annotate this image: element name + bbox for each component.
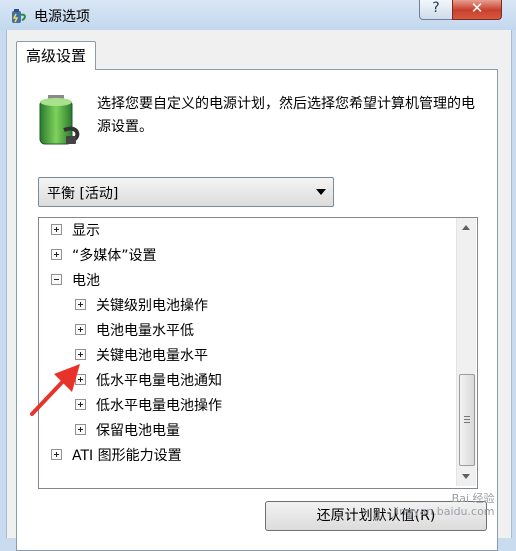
expand-plus-icon[interactable] [51, 248, 62, 260]
window-title: 电源选项 [34, 9, 90, 25]
tree-item-label: 关键电池电量水平 [96, 348, 208, 364]
chevron-down-icon[interactable] [316, 189, 326, 195]
expand-plus-icon[interactable] [75, 423, 86, 435]
expand-plus-icon[interactable] [75, 298, 86, 310]
tree-item-critical-battery-action[interactable]: 关键级别电池操作 [75, 294, 208, 319]
scroll-down-arrow-icon[interactable] [462, 474, 470, 479]
tree-item-reserve-battery-level[interactable]: 保留电池电量 [75, 419, 180, 444]
tree-item-ati-graphics[interactable]: ATI 图形能力设置 [51, 444, 182, 469]
scroll-up-arrow-icon[interactable] [462, 225, 470, 230]
tree-item-label: ATI 图形能力设置 [72, 448, 182, 464]
battery-icon [39, 95, 80, 145]
expand-plus-icon[interactable] [75, 348, 86, 360]
power-plan-selected-value: 平衡 [活动] [47, 186, 119, 202]
watermark-line-2: jingyan.baidu.com [393, 505, 495, 518]
expand-plus-icon[interactable] [75, 323, 86, 335]
tree-item-label: 电池 [72, 273, 100, 289]
power-options-icon [12, 9, 26, 23]
tree-item-label: 电池电量水平低 [96, 323, 194, 339]
help-button[interactable]: ? [419, 0, 453, 20]
scroll-thumb[interactable] [459, 374, 475, 466]
watermark-line-1: Bai 经验 [451, 492, 495, 505]
power-settings-tree[interactable]: 显示 “多媒体”设置 电池 关键级别电池操作 电池电量水平低 关键电池电量水平 … [38, 217, 478, 489]
tree-item-low-battery-action[interactable]: 低水平电量电池操作 [75, 394, 222, 419]
collapse-minus-icon[interactable] [51, 273, 62, 285]
grip-line [464, 422, 470, 423]
description-text: 选择您要自定义的电源计划，然后选择您希望计算机管理的电源设置。 [97, 96, 475, 135]
tree-scrollbar[interactable] [456, 218, 476, 486]
grip-line [464, 416, 470, 417]
tree-item-label: 低水平电量电池通知 [96, 373, 222, 389]
tree-item-label: 低水平电量电池操作 [96, 398, 222, 414]
tree-item-critical-battery-level[interactable]: 关键电池电量水平 [75, 344, 208, 369]
tree-item-multimedia[interactable]: “多媒体”设置 [51, 244, 157, 269]
grip-line [464, 419, 470, 420]
tree-item-label: “多媒体”设置 [72, 248, 157, 264]
tree-item-label: 保留电池电量 [96, 423, 180, 439]
tree-item-low-battery-notification[interactable]: 低水平电量电池通知 [75, 369, 222, 394]
tree-item-label: 关键级别电池操作 [96, 298, 208, 314]
annotation-arrow-icon [30, 364, 80, 416]
tab-advanced-settings[interactable]: 高级设置 [16, 41, 96, 70]
power-plan-select[interactable]: 平衡 [活动] [38, 177, 334, 207]
tree-item-low-battery-level[interactable]: 电池电量水平低 [75, 319, 194, 344]
expand-plus-icon[interactable] [51, 223, 62, 235]
expand-plus-icon[interactable] [51, 448, 62, 460]
window-title-bar: 电源选项 ? ✕ [0, 0, 516, 30]
tree-item-label: 显示 [72, 223, 100, 239]
tree-item-display[interactable]: 显示 [51, 219, 100, 244]
tree-item-battery[interactable]: 电池 [51, 269, 100, 294]
close-button[interactable]: ✕ [452, 0, 502, 20]
watermark: Bai 经验 jingyan.baidu.com [393, 492, 495, 518]
